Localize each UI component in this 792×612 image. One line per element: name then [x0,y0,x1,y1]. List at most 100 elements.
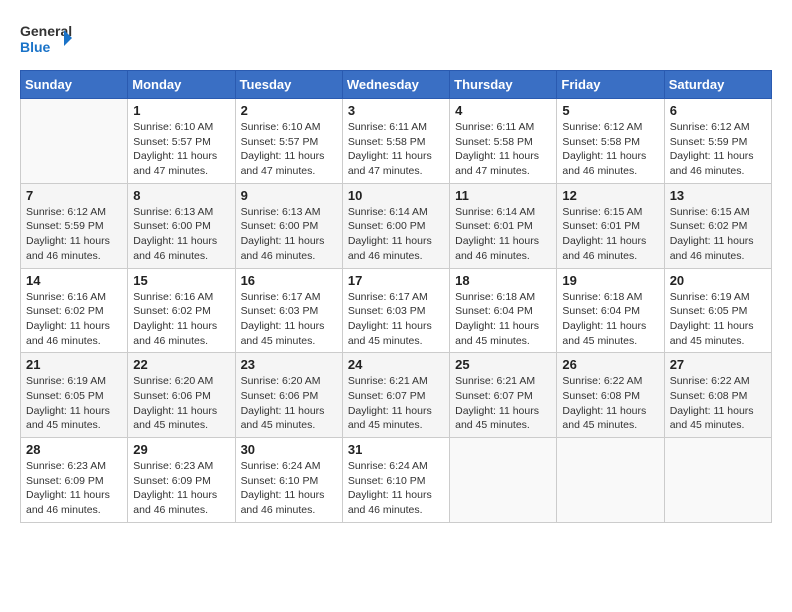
day-number: 13 [670,188,766,203]
day-info: Sunrise: 6:10 AM Sunset: 5:57 PM Dayligh… [241,120,337,179]
calendar-cell: 20 Sunrise: 6:19 AM Sunset: 6:05 PM Dayli… [664,268,771,353]
day-number: 1 [133,103,229,118]
calendar-cell: 13 Sunrise: 6:15 AM Sunset: 6:02 PM Dayli… [664,183,771,268]
weekday-header-sunday: Sunday [21,71,128,99]
day-number: 19 [562,273,658,288]
day-number: 4 [455,103,551,118]
calendar-cell [557,438,664,523]
day-info: Sunrise: 6:14 AM Sunset: 6:00 PM Dayligh… [348,205,444,264]
calendar-cell: 18 Sunrise: 6:18 AM Sunset: 6:04 PM Dayli… [450,268,557,353]
calendar-cell: 10Sunrise: 6:14 AM Sunset: 6:00 PM Dayli… [342,183,449,268]
weekday-header-saturday: Saturday [664,71,771,99]
day-number: 12 [562,188,658,203]
day-number: 14 [26,273,122,288]
day-info: Sunrise: 6:10 AM Sunset: 5:57 PM Dayligh… [133,120,229,179]
day-number: 28 [26,442,122,457]
calendar-cell: 14Sunrise: 6:16 AM Sunset: 6:02 PM Dayli… [21,268,128,353]
calendar-week-1: 1 Sunrise: 6:10 AM Sunset: 5:57 PM Daylig… [21,99,772,184]
day-info: Sunrise: 6:16 AM Sunset: 6:02 PM Dayligh… [133,290,229,349]
calendar-cell: 15 Sunrise: 6:16 AM Sunset: 6:02 PM Dayli… [128,268,235,353]
calendar-cell: 21 Sunrise: 6:19 AM Sunset: 6:05 PM Dayli… [21,353,128,438]
calendar-cell: 16 Sunrise: 6:17 AM Sunset: 6:03 PM Dayli… [235,268,342,353]
calendar-cell: 4Sunrise: 6:11 AM Sunset: 5:58 PM Daylig… [450,99,557,184]
day-info: Sunrise: 6:18 AM Sunset: 6:04 PM Dayligh… [455,290,551,349]
day-number: 22 [133,357,229,372]
day-number: 15 [133,273,229,288]
day-number: 6 [670,103,766,118]
weekday-header-monday: Monday [128,71,235,99]
day-number: 29 [133,442,229,457]
calendar-cell [21,99,128,184]
calendar-week-3: 14 Sunrise: 6:16 AM Sunset: 6:02 PM Dayli… [21,268,772,353]
day-number: 7 [26,188,122,203]
day-number: 3 [348,103,444,118]
day-number: 27 [670,357,766,372]
calendar-cell: 17Sunrise: 6:17 AM Sunset: 6:03 PM Dayli… [342,268,449,353]
calendar-cell: 26 Sunrise: 6:22 AM Sunset: 6:08 PM Dayli… [557,353,664,438]
day-number: 31 [348,442,444,457]
calendar-cell: 31 Sunrise: 6:24 AM Sunset: 6:10 PM Dayli… [342,438,449,523]
calendar-cell: 1 Sunrise: 6:10 AM Sunset: 5:57 PM Daylig… [128,99,235,184]
calendar-body: 1 Sunrise: 6:10 AM Sunset: 5:57 PM Daylig… [21,99,772,523]
day-number: 11 [455,188,551,203]
day-info: Sunrise: 6:12 AM Sunset: 5:59 PM Dayligh… [26,205,122,264]
day-info: Sunrise: 6:22 AM Sunset: 6:08 PM Dayligh… [562,374,658,433]
day-number: 18 [455,273,551,288]
day-info: Sunrise: 6:22 AM Sunset: 6:08 PM Dayligh… [670,374,766,433]
day-info: Sunrise: 6:12 AM Sunset: 5:59 PM Dayligh… [670,120,766,179]
calendar-table: SundayMondayTuesdayWednesdayThursdayFrid… [20,70,772,523]
day-info: Sunrise: 6:19 AM Sunset: 6:05 PM Dayligh… [670,290,766,349]
day-info: Sunrise: 6:19 AM Sunset: 6:05 PM Dayligh… [26,374,122,433]
logo: GeneralBlue [20,20,75,60]
day-info: Sunrise: 6:24 AM Sunset: 6:10 PM Dayligh… [241,459,337,518]
day-number: 26 [562,357,658,372]
calendar-cell: 9 Sunrise: 6:13 AM Sunset: 6:00 PM Daylig… [235,183,342,268]
day-number: 9 [241,188,337,203]
weekday-header-tuesday: Tuesday [235,71,342,99]
calendar-cell: 6 Sunrise: 6:12 AM Sunset: 5:59 PM Daylig… [664,99,771,184]
calendar-cell: 23Sunrise: 6:20 AM Sunset: 6:06 PM Dayli… [235,353,342,438]
calendar-cell: 28 Sunrise: 6:23 AM Sunset: 6:09 PM Dayli… [21,438,128,523]
weekday-header-thursday: Thursday [450,71,557,99]
calendar-cell: 8Sunrise: 6:13 AM Sunset: 6:00 PM Daylig… [128,183,235,268]
day-info: Sunrise: 6:14 AM Sunset: 6:01 PM Dayligh… [455,205,551,264]
calendar-cell: 29Sunrise: 6:23 AM Sunset: 6:09 PM Dayli… [128,438,235,523]
calendar-cell: 24Sunrise: 6:21 AM Sunset: 6:07 PM Dayli… [342,353,449,438]
calendar-cell: 5 Sunrise: 6:12 AM Sunset: 5:58 PM Daylig… [557,99,664,184]
calendar-cell: 12 Sunrise: 6:15 AM Sunset: 6:01 PM Dayli… [557,183,664,268]
day-number: 21 [26,357,122,372]
day-number: 23 [241,357,337,372]
weekday-header-friday: Friday [557,71,664,99]
day-number: 5 [562,103,658,118]
calendar-week-5: 28 Sunrise: 6:23 AM Sunset: 6:09 PM Dayli… [21,438,772,523]
day-info: Sunrise: 6:17 AM Sunset: 6:03 PM Dayligh… [241,290,337,349]
logo-icon: GeneralBlue [20,20,75,60]
day-number: 17 [348,273,444,288]
day-number: 16 [241,273,337,288]
calendar-week-4: 21 Sunrise: 6:19 AM Sunset: 6:05 PM Dayli… [21,353,772,438]
day-info: Sunrise: 6:11 AM Sunset: 5:58 PM Dayligh… [348,120,444,179]
day-info: Sunrise: 6:15 AM Sunset: 6:01 PM Dayligh… [562,205,658,264]
calendar-cell: 30 Sunrise: 6:24 AM Sunset: 6:10 PM Dayli… [235,438,342,523]
day-number: 25 [455,357,551,372]
day-number: 2 [241,103,337,118]
calendar-cell: 27 Sunrise: 6:22 AM Sunset: 6:08 PM Dayli… [664,353,771,438]
day-info: Sunrise: 6:21 AM Sunset: 6:07 PM Dayligh… [455,374,551,433]
day-info: Sunrise: 6:15 AM Sunset: 6:02 PM Dayligh… [670,205,766,264]
day-info: Sunrise: 6:18 AM Sunset: 6:04 PM Dayligh… [562,290,658,349]
calendar-week-2: 7 Sunrise: 6:12 AM Sunset: 5:59 PM Daylig… [21,183,772,268]
weekday-header-wednesday: Wednesday [342,71,449,99]
day-info: Sunrise: 6:24 AM Sunset: 6:10 PM Dayligh… [348,459,444,518]
calendar-cell: 25 Sunrise: 6:21 AM Sunset: 6:07 PM Dayli… [450,353,557,438]
day-info: Sunrise: 6:23 AM Sunset: 6:09 PM Dayligh… [26,459,122,518]
calendar-cell [664,438,771,523]
day-info: Sunrise: 6:20 AM Sunset: 6:06 PM Dayligh… [133,374,229,433]
day-number: 30 [241,442,337,457]
day-info: Sunrise: 6:13 AM Sunset: 6:00 PM Dayligh… [241,205,337,264]
day-info: Sunrise: 6:13 AM Sunset: 6:00 PM Dayligh… [133,205,229,264]
day-number: 20 [670,273,766,288]
day-info: Sunrise: 6:12 AM Sunset: 5:58 PM Dayligh… [562,120,658,179]
day-info: Sunrise: 6:21 AM Sunset: 6:07 PM Dayligh… [348,374,444,433]
page-header: GeneralBlue [20,20,772,60]
calendar-cell: 2 Sunrise: 6:10 AM Sunset: 5:57 PM Daylig… [235,99,342,184]
